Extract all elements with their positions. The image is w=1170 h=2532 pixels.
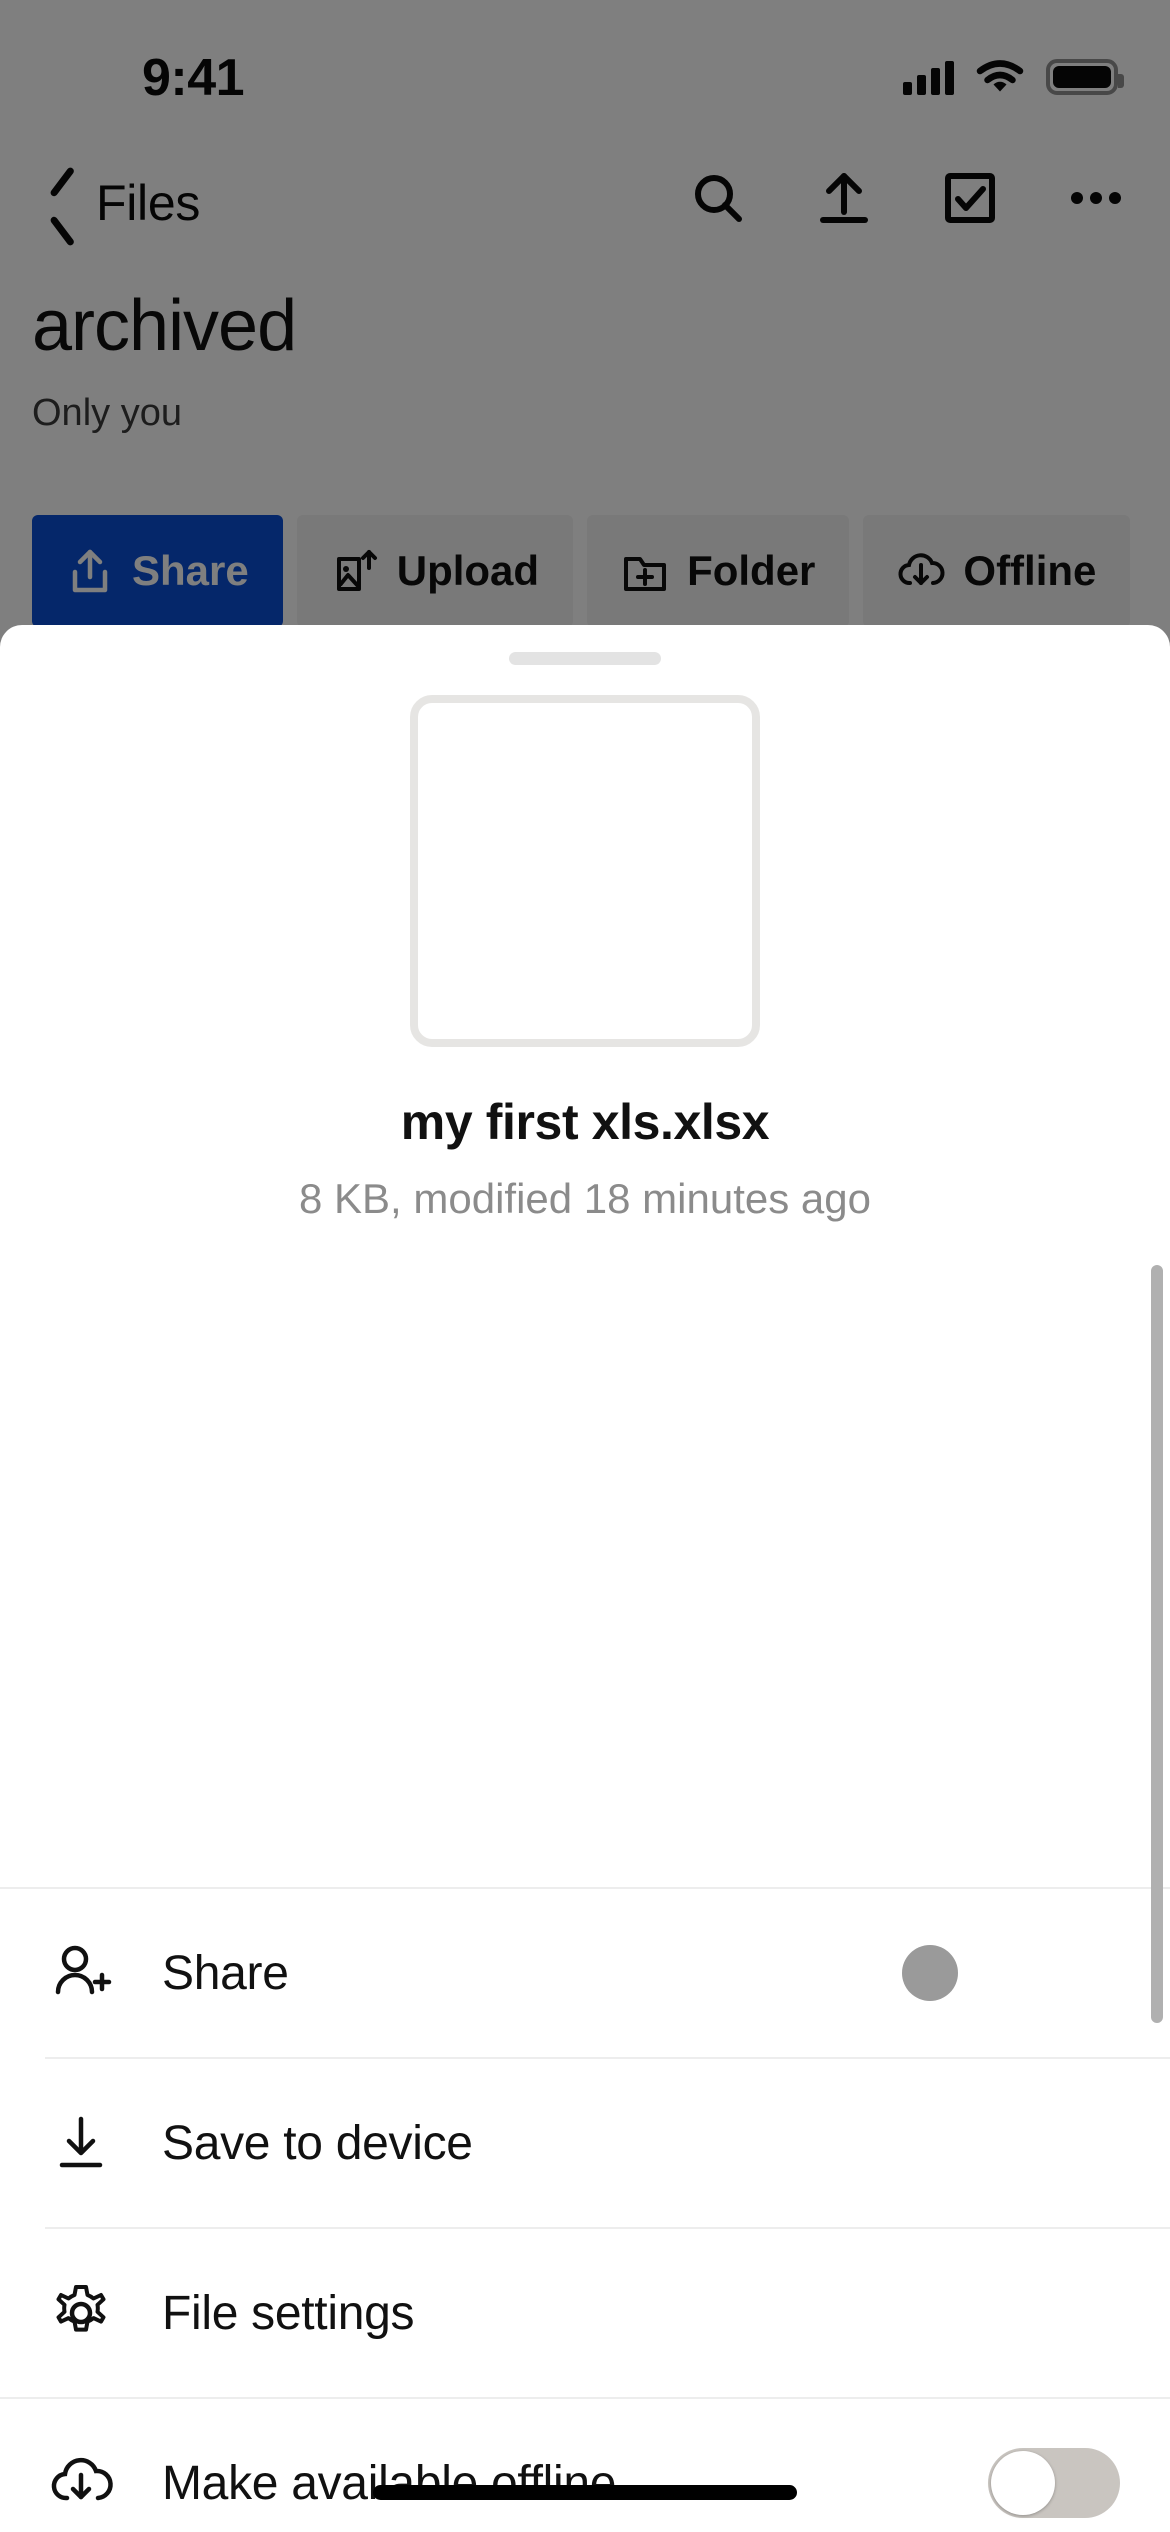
file-action-menu: Share Save to device File settings Make … (0, 1887, 1170, 2532)
person-add-icon (48, 1940, 114, 2006)
menu-item-save-to-device-label: Save to device (162, 2116, 473, 2170)
menu-item-share[interactable]: Share (0, 1889, 1170, 2057)
share-trailing (902, 1945, 1120, 2001)
modal-scrim[interactable] (0, 0, 1170, 660)
toggle-knob (991, 2451, 1055, 2515)
menu-item-save-to-device[interactable]: Save to device (0, 2059, 1170, 2227)
file-name: my first xls.xlsx (400, 1094, 770, 1150)
offline-trailing (988, 2448, 1120, 2518)
sheet-drag-handle[interactable] (509, 652, 661, 665)
file-actions-bottom-sheet: my first xls.xlsx 8 KB, modified 18 minu… (0, 625, 1170, 2532)
download-icon (48, 2110, 114, 2176)
file-preview-header: my first xls.xlsx 8 KB, modified 18 minu… (0, 695, 1170, 1223)
sheet-scrollbar[interactable] (1151, 1265, 1163, 2023)
cloud-download-icon (48, 2450, 114, 2516)
menu-item-file-settings-label: File settings (162, 2286, 415, 2340)
home-indicator (373, 2485, 797, 2500)
file-metadata: 8 KB, modified 18 minutes ago (298, 1175, 871, 1222)
menu-item-file-settings[interactable]: File settings (0, 2229, 1170, 2397)
avatar (902, 1945, 958, 2001)
file-thumbnail-placeholder (410, 695, 760, 1047)
gear-icon (48, 2280, 114, 2346)
menu-item-share-label: Share (162, 1946, 289, 2000)
offline-toggle[interactable] (988, 2448, 1120, 2518)
menu-item-make-available-offline[interactable]: Make available offline (0, 2399, 1170, 2532)
menu-item-make-available-offline-label: Make available offline (162, 2456, 617, 2510)
